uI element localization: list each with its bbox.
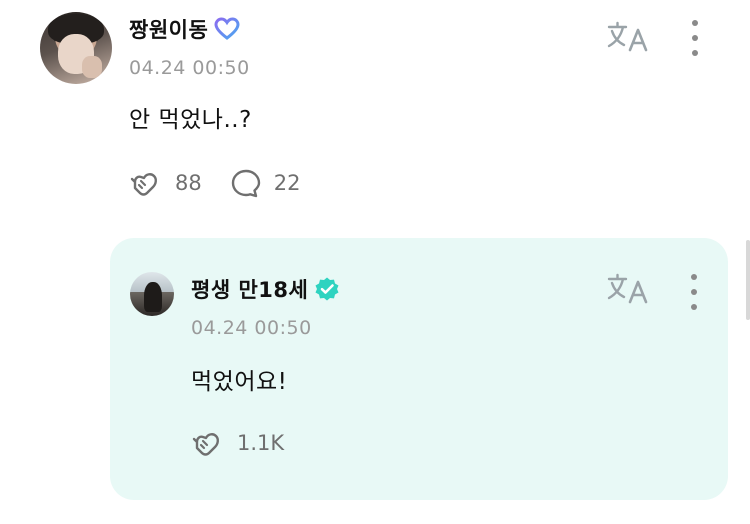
reply-card: 평생 만18세 04.24 00:50 먹었어요! 1.1K	[110, 238, 728, 500]
reply-author-name[interactable]: 평생 만18세	[191, 274, 308, 304]
heart-hands-icon	[192, 433, 219, 456]
heart-hands-icon	[130, 173, 157, 196]
reply-avatar[interactable]	[130, 272, 174, 316]
comment-button[interactable]: 22	[228, 168, 301, 198]
verified-icon	[315, 277, 339, 301]
comment-bubble-icon	[231, 169, 260, 198]
reply-more-vertical-icon[interactable]	[688, 274, 700, 310]
reply-actions: 1.1K	[191, 428, 310, 458]
reply-text: 먹었어요!	[191, 369, 288, 395]
reply-like-button[interactable]: 1.1K	[191, 428, 284, 458]
reply-translate-icon[interactable]	[606, 272, 650, 306]
post: 짱원이동 04.24 00:50 안 먹었나..? 88 22	[0, 0, 750, 230]
author-name[interactable]: 짱원이동	[129, 14, 208, 44]
reply-like-count: 1.1K	[237, 431, 285, 455]
heart-badge-icon	[214, 17, 240, 40]
like-button[interactable]: 88	[129, 168, 202, 198]
comment-count: 22	[273, 171, 301, 195]
scrollbar[interactable]	[746, 240, 750, 320]
post-author[interactable]: 짱원이동	[129, 14, 240, 44]
post-date: 04.24 00:50	[129, 57, 250, 79]
like-count: 88	[175, 171, 202, 195]
avatar[interactable]	[40, 12, 112, 84]
reply-date: 04.24 00:50	[191, 317, 312, 339]
post-text: 안 먹었나..?	[129, 107, 252, 133]
more-vertical-icon[interactable]	[689, 20, 701, 56]
translate-icon[interactable]	[606, 20, 650, 54]
post-actions: 88 22	[129, 168, 326, 198]
reply-author[interactable]: 평생 만18세	[191, 274, 340, 304]
